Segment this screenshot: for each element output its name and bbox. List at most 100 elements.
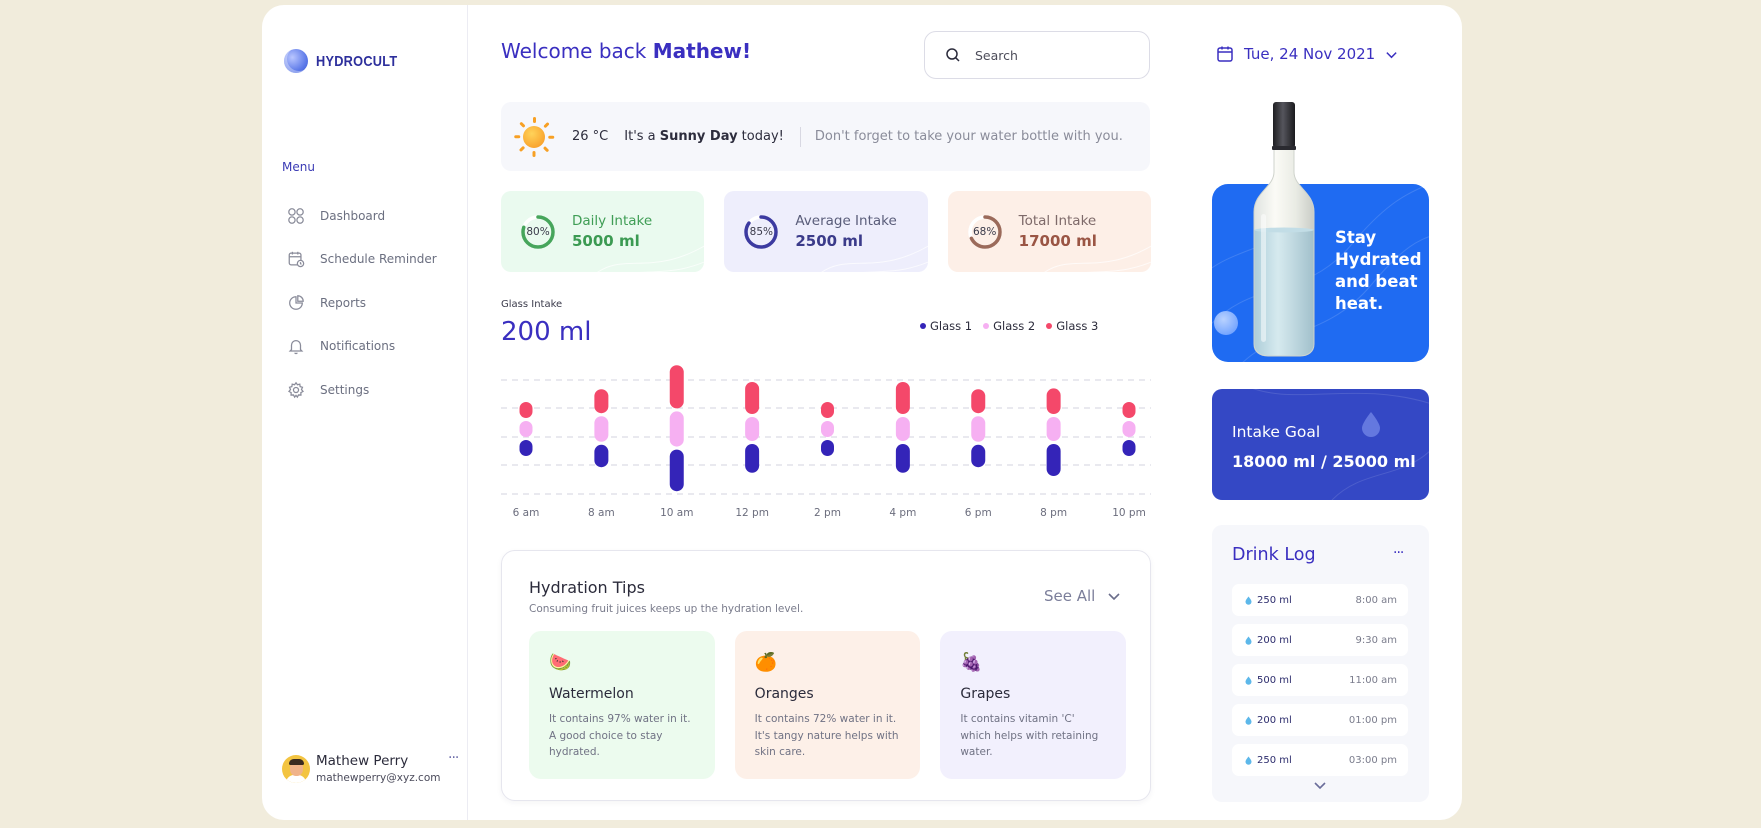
bar-glass-1[interactable] [745, 444, 760, 473]
bar-glass-3[interactable] [745, 382, 760, 414]
sidebar-item-label: Settings [320, 382, 370, 397]
bar-glass-1[interactable] [594, 444, 609, 468]
stat-percent: 68% [972, 225, 997, 238]
legend-label: Glass 1 [930, 319, 973, 333]
drink-log-row[interactable]: 250 ml 8:00 am [1232, 584, 1408, 616]
stat-card[interactable]: 80% Daily Intake 5000 ml [501, 191, 705, 272]
x-tick-label: 8 am [588, 507, 615, 519]
search-box[interactable] [924, 31, 1150, 79]
water-drop-icon [1245, 676, 1252, 685]
legend-item: Glass 2 [983, 319, 1035, 333]
drink-log-row[interactable]: 250 ml 03:00 pm [1232, 744, 1408, 776]
sidebar-item-settings[interactable]: Settings [286, 368, 456, 412]
sidebar-item-label: Notifications [320, 339, 396, 354]
bar-glass-2[interactable] [745, 417, 760, 441]
bar-glass-2[interactable] [1046, 417, 1061, 441]
intake-goal-card: Intake Goal 18000 ml / 25000 ml [1212, 389, 1429, 500]
bar-glass-3[interactable] [1046, 388, 1061, 414]
tips-subtitle: Consuming fruit juices keeps up the hydr… [529, 603, 804, 615]
sidebar-item-label: Schedule Reminder [320, 252, 437, 267]
tip-card[interactable]: 🍊 Oranges It contains 72% water in it. It'… [734, 631, 921, 779]
sidebar-item-label: Reports [320, 295, 367, 310]
decorative-wave [1044, 245, 1151, 272]
bar-glass-1[interactable] [669, 449, 684, 492]
chevron-down-icon[interactable] [1312, 780, 1328, 792]
drink-time: 8:00 am [1355, 594, 1397, 606]
x-tick-label: 2 pm [814, 507, 841, 519]
sidebar-item-notifications[interactable]: Notifications [286, 325, 456, 369]
user-profile[interactable]: Mathew Perry mathewperry@xyz.com ··· [282, 750, 464, 788]
see-all-button[interactable]: See All [1044, 587, 1121, 605]
bar-glass-1[interactable] [519, 440, 533, 456]
gear-icon [286, 380, 306, 400]
drink-amount: 500 ml [1257, 674, 1292, 686]
drink-log: Drink Log ··· 250 ml 8:00 am 200 ml 9:30 am… [1212, 525, 1429, 802]
tip-description: It contains vitamin 'C' which helps with… [960, 713, 1099, 758]
stat-card[interactable]: 85% Average Intake 2500 ml [724, 191, 928, 272]
watermelon-icon: 🍉 [549, 652, 572, 673]
chart-title: Glass Intake [501, 299, 563, 310]
bar-glass-1[interactable] [895, 444, 910, 473]
bar-glass-2[interactable] [594, 416, 609, 442]
promo-text: Stay Hydrated and beat heat. [1335, 228, 1422, 313]
bar-glass-2[interactable] [669, 411, 684, 447]
bar-glass-2[interactable] [971, 416, 986, 442]
water-drop-icon [1362, 412, 1380, 437]
drink-log-row[interactable]: 200 ml 9:30 am [1232, 624, 1408, 656]
stat-label: Total Intake [1018, 213, 1097, 229]
more-icon[interactable]: ··· [1393, 545, 1404, 561]
bar-glass-2[interactable] [1122, 421, 1136, 437]
goal-value: 18000 ml / 25000 ml [1232, 452, 1416, 471]
bar-glass-3[interactable] [669, 365, 684, 409]
bar-glass-3[interactable] [971, 389, 986, 414]
bar-glass-1[interactable] [971, 444, 986, 468]
sun-icon [514, 116, 555, 157]
date-picker[interactable]: Tue, 24 Nov 2021 [1216, 45, 1398, 63]
bar-glass-2[interactable] [821, 421, 834, 437]
stat-card[interactable]: 68% Total Intake 17000 ml [947, 191, 1151, 272]
user-name: Mathew Perry [316, 753, 409, 769]
sidebar-item-schedule-reminder[interactable]: Schedule Reminder [286, 238, 456, 282]
drink-log-row[interactable]: 200 ml 01:00 pm [1232, 704, 1408, 736]
bar-glass-1[interactable] [1046, 444, 1061, 476]
bar-glass-3[interactable] [594, 389, 609, 414]
stat-percent: 80% [526, 225, 550, 238]
see-all-label: See All [1044, 587, 1096, 605]
bar-glass-2[interactable] [895, 417, 910, 441]
sidebar-item-dashboard[interactable]: Dashboard [286, 194, 456, 238]
legend-item: Glass 3 [1046, 319, 1098, 333]
drink-log-title: Drink Log [1232, 545, 1316, 565]
x-tick-label: 10 pm [1112, 507, 1146, 519]
logo[interactable]: HYDROCULT [284, 49, 412, 73]
search-input[interactable] [975, 47, 1125, 63]
legend-swatch [920, 323, 926, 329]
chart-legend: Glass 1 Glass 2 Glass 3 [920, 319, 1098, 333]
right-panel: Tue, 24 Nov 2021 Stay Hydrated and beat … [1186, 5, 1462, 820]
bar-glass-1[interactable] [821, 440, 834, 456]
menu-title: Menu [282, 160, 315, 174]
decorative-swirl [1252, 389, 1429, 500]
drink-log-row[interactable]: 500 ml 11:00 am [1232, 664, 1408, 696]
current-date: Tue, 24 Nov 2021 [1244, 45, 1376, 63]
tip-card[interactable]: 🍇 Grapes It contains vitamin 'C' which hel… [940, 631, 1127, 779]
bubble-decoration [1214, 311, 1238, 335]
drink-time: 01:00 pm [1348, 714, 1397, 726]
sidebar-item-label: Dashboard [320, 208, 386, 223]
bar-glass-1[interactable] [1122, 440, 1136, 456]
sidebar-item-reports[interactable]: Reports [286, 281, 456, 325]
bar-glass-3[interactable] [519, 402, 533, 418]
user-more-icon[interactable]: ··· [448, 750, 459, 766]
sidebar: HYDROCULT Menu Dashboard Schedule Remind… [262, 5, 468, 820]
bar-glass-3[interactable] [895, 382, 910, 414]
main-content: Welcome back Mathew! 26 °C It's a Sunny … [468, 5, 1151, 820]
x-tick-label: 12 pm [735, 507, 769, 519]
decorative-wave [821, 245, 928, 272]
logo-text: HYDROCULT [316, 52, 398, 70]
x-tick-label: 6 pm [965, 507, 992, 519]
x-tick-label: 10 am [660, 507, 693, 519]
bar-glass-2[interactable] [519, 421, 533, 437]
tip-card[interactable]: 🍉 Watermelon It contains 97% water in it. … [529, 631, 715, 779]
bar-glass-3[interactable] [821, 402, 834, 418]
water-drop-icon [1245, 596, 1252, 605]
bar-glass-3[interactable] [1122, 402, 1136, 418]
